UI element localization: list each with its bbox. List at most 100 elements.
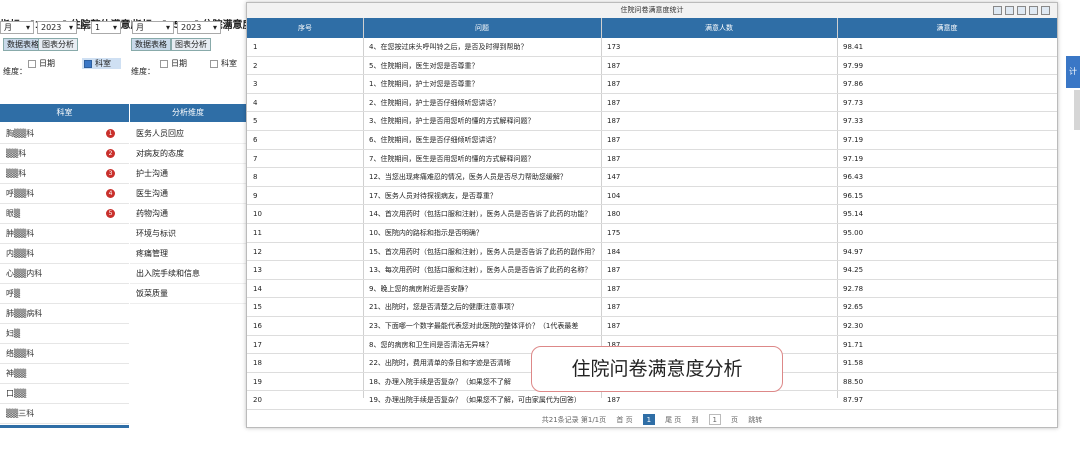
last-page-button[interactable]: 尾 页: [665, 416, 681, 424]
row-count: 187: [607, 303, 621, 312]
department-row[interactable]: 肺▒▒病科: [0, 304, 129, 324]
period-value: 月: [136, 22, 144, 32]
row-satisfaction: 97.19: [843, 136, 864, 144]
pagination-summary: 共21条记录 第1/1页: [541, 416, 607, 424]
page-unit-label: 页: [731, 416, 739, 424]
row-index: 1: [253, 43, 258, 51]
tab-data-table-left[interactable]: 数据表格: [3, 38, 43, 51]
table-row[interactable]: 10 14、首次用药时（包括口服和注射），医务人员是否告诉了此药的功能？ 180 95…: [247, 205, 1057, 224]
department-row[interactable]: 肿▒▒科: [0, 224, 129, 244]
side-tab[interactable]: 计: [1066, 56, 1080, 88]
refresh-icon[interactable]: [1029, 6, 1038, 15]
row-index: 13: [253, 266, 262, 275]
row-satisfaction: 92.78: [843, 284, 864, 293]
table-row[interactable]: 15 21、出院时，您是否清楚之后的健康注意事项？ 187 92.65: [247, 298, 1057, 317]
dimension-row[interactable]: 出入院手续和信息: [130, 264, 246, 284]
month-select[interactable]: 1 ▾: [91, 20, 121, 34]
row-count: 187: [607, 117, 621, 126]
scrollbar-horizontal[interactable]: [0, 425, 129, 428]
row-satisfaction: 94.25: [843, 266, 864, 275]
table-row[interactable]: 20 19、办理出院手续是否复杂？（如果您不了解，可由家属代为回答） 187 87.9…: [247, 391, 1057, 410]
tab-chart-analysis-right[interactable]: 图表分析: [171, 38, 211, 51]
table-row[interactable]: 5 3、住院期间，护士是否用您听的懂的方式解释问题？ 187 97.33: [247, 112, 1057, 131]
dimension-row[interactable]: 对病友的态度: [130, 144, 246, 164]
period-value: 月: [4, 22, 12, 32]
table-row[interactable]: 12 15、首次用药时（包括口服和注射），医务人员是否告诉了此药的副作用？ 184 9…: [247, 243, 1057, 262]
filter-row-left: 月 月▾ 2023▾ 年 1▾: [0, 20, 121, 34]
pagination: 共21条记录 第1/1页 首 页 1 尾 页 到 1 页 跳转: [247, 414, 1057, 428]
export-icon[interactable]: [1005, 6, 1014, 15]
row-count: 180: [607, 210, 621, 219]
year-select-right[interactable]: 2023 ▾: [177, 20, 221, 34]
jump-button[interactable]: 跳转: [748, 416, 762, 424]
row-satisfaction: 96.43: [843, 173, 864, 182]
dimension-option-date[interactable]: 日期: [28, 58, 55, 69]
dimension-row[interactable]: 药物沟通: [130, 204, 246, 224]
option-label: 科室: [221, 59, 237, 68]
scrollbar-vertical[interactable]: [1074, 90, 1080, 130]
department-row[interactable]: 口▒▒: [0, 384, 129, 404]
dimension-option-dept[interactable]: 科室: [82, 58, 121, 69]
row-count: 147: [607, 173, 621, 182]
row-count: 187: [607, 284, 621, 293]
dialog-title: 住院问卷满意度统计: [247, 3, 1057, 18]
period-select-right[interactable]: 月 ▾: [132, 20, 174, 34]
table-row[interactable]: 4 2、住院期间，护士是否仔细倾听您讲话？ 187 97.73: [247, 94, 1057, 113]
column-header-department: 科室: [0, 104, 129, 122]
department-row[interactable]: 神▒▒: [0, 364, 129, 384]
row-satisfaction: 95.14: [843, 210, 864, 219]
row-question: 14、首次用药时（包括口服和注射），医务人员是否告诉了此药的功能？: [369, 210, 592, 219]
dimension-option-date-right[interactable]: 日期: [160, 58, 187, 69]
period-select[interactable]: 月 ▾: [0, 20, 34, 34]
chevron-down-icon: ▾: [25, 22, 30, 32]
table-row[interactable]: 16 23、下面哪一个数字最能代表您对此医院的整体评价？（1代表最差 187 92.3…: [247, 317, 1057, 336]
department-row[interactable]: 妇▒: [0, 324, 129, 344]
checkbox-checked-icon: [84, 59, 92, 68]
goto-label: 到: [691, 416, 699, 424]
dimension-row[interactable]: 疼痛管理: [130, 244, 246, 264]
dimension-row[interactable]: 护士沟通: [130, 164, 246, 184]
dimension-row[interactable]: 饭菜质量: [130, 284, 246, 304]
excel-icon[interactable]: [1017, 6, 1026, 15]
first-page-button[interactable]: 首 页: [616, 416, 632, 424]
table-row[interactable]: 2 5、住院期间，医生对您是否尊重？ 187 97.99: [247, 57, 1057, 76]
close-icon[interactable]: [1041, 6, 1050, 15]
department-row[interactable]: 络▒▒科: [0, 344, 129, 364]
department-row[interactable]: 心▒▒内科: [0, 264, 129, 284]
table-row[interactable]: 13 13、每次用药时（包括口服和注射），医务人员是否告诉了此药的名称？ 187 94…: [247, 261, 1057, 280]
row-index: 18: [253, 359, 262, 368]
checkbox-icon: [28, 59, 36, 68]
row-index: 9: [253, 191, 258, 200]
row-index: 17: [253, 340, 262, 349]
row-satisfaction: 97.99: [843, 61, 864, 70]
row-index: 10: [253, 210, 262, 219]
dimension-label-right: 维度：: [131, 67, 155, 76]
table-row[interactable]: 6 6、住院期间，医生是否仔细倾听您讲话？ 187 97.19: [247, 131, 1057, 150]
table-row[interactable]: 9 17、医务人员对待探视病友，是否尊重？ 104 96.15: [247, 187, 1057, 206]
department-row[interactable]: 呼▒: [0, 284, 129, 304]
row-question: 2、住院期间，护士是否仔细倾听您讲话？: [369, 98, 500, 107]
row-question: 7、住院期间，医生是否用您听的懂的方式解释问题？: [369, 154, 535, 163]
tab-data-table-right[interactable]: 数据表格: [131, 38, 171, 51]
dimension-option-dept-right[interactable]: 科室: [210, 58, 237, 69]
row-index: 6: [253, 136, 258, 144]
tab-chart-analysis-left[interactable]: 图表分析: [38, 38, 78, 51]
table-row[interactable]: 8 12、当您出现疼痛难忍的情况，医务人员是否尽力帮助您缓解？ 147 96.43: [247, 168, 1057, 187]
table-row[interactable]: 14 9、晚上您的病房附近是否安静？ 187 92.78: [247, 280, 1057, 299]
year-select[interactable]: 2023 ▾: [37, 20, 77, 34]
dimension-row[interactable]: 医务人员回应: [130, 124, 246, 144]
department-row[interactable]: 内▒▒科: [0, 244, 129, 264]
current-page-button[interactable]: 1: [642, 414, 655, 425]
table-row[interactable]: 11 10、医院内的路标和指示是否明确？ 175 95.00: [247, 224, 1057, 243]
print-icon[interactable]: [993, 6, 1002, 15]
page-number-input[interactable]: 1: [708, 414, 721, 425]
column-header-dimension: 分析维度: [130, 104, 246, 122]
row-index: 4: [253, 98, 258, 107]
department-row[interactable]: ▒▒三科: [0, 404, 129, 424]
table-row[interactable]: 3 1、住院期间，护士对您是否尊重？ 187 97.86: [247, 75, 1057, 94]
row-count: 187: [607, 80, 621, 89]
dimension-row[interactable]: 医生沟通: [130, 184, 246, 204]
table-row[interactable]: 7 7、住院期间，医生是否用您听的懂的方式解释问题？ 187 97.19: [247, 150, 1057, 169]
table-row[interactable]: 1 4、在您按过床头呼叫铃之后，是否及时得到帮助？ 173 98.41: [247, 38, 1057, 57]
dimension-row[interactable]: 环境与标识: [130, 224, 246, 244]
